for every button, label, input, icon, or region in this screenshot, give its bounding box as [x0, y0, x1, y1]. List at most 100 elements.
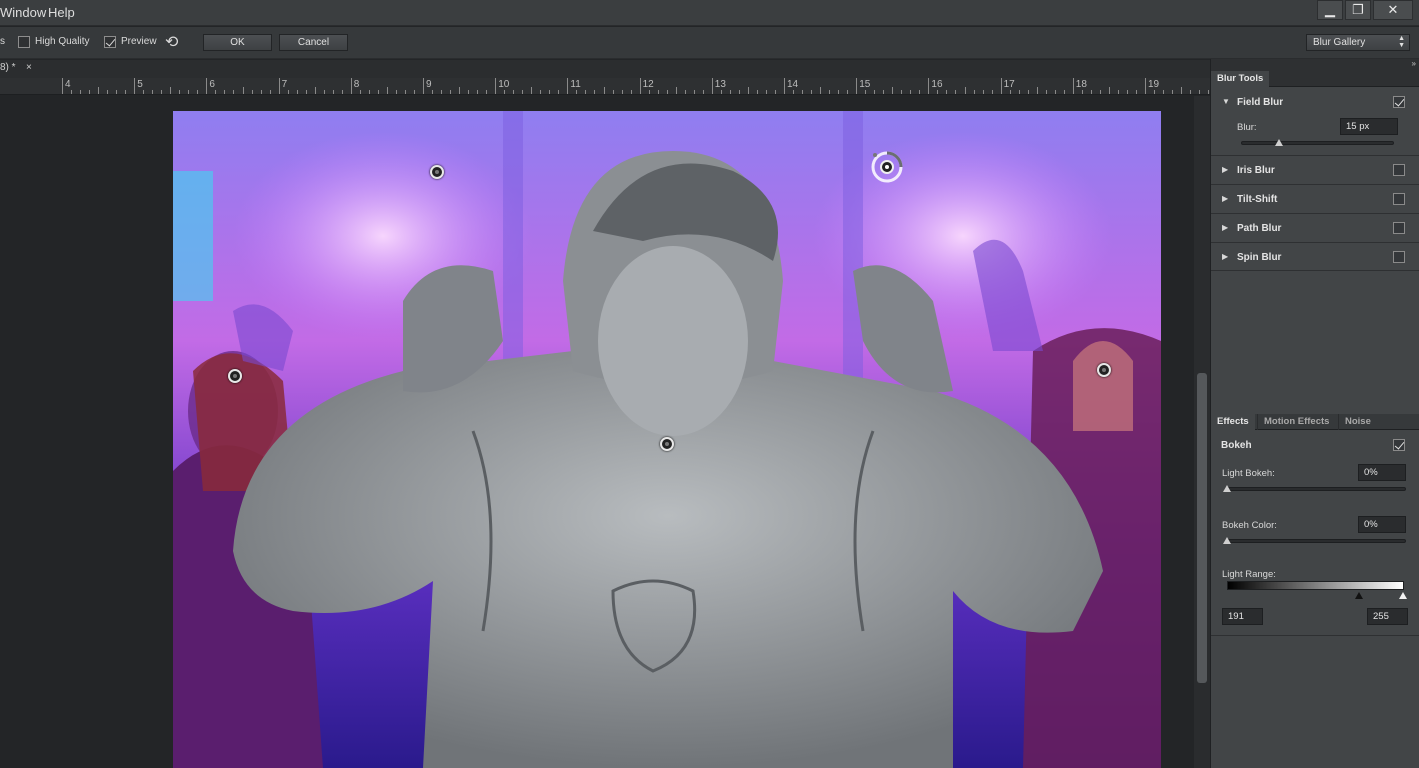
- blur-pin[interactable]: [430, 165, 444, 179]
- tilt-shift-section[interactable]: ▶ Tilt-Shift: [1211, 185, 1419, 214]
- light-range-gradient[interactable]: [1227, 581, 1404, 590]
- ruler-minor-tick: [576, 90, 578, 94]
- panel-expand-icon[interactable]: »: [1412, 59, 1416, 68]
- tab-effects[interactable]: Effects: [1211, 414, 1255, 430]
- preview-checkbox[interactable]: [104, 36, 116, 48]
- ruler-minor-tick: [657, 90, 659, 94]
- ruler-minor-tick: [684, 90, 686, 94]
- spin-blur-section[interactable]: ▶ Spin Blur: [1211, 243, 1419, 271]
- ruler-minor-tick: [729, 90, 731, 94]
- ruler-minor-tick: [486, 90, 488, 94]
- ruler-minor-tick: [89, 90, 91, 94]
- bokeh-color-field[interactable]: 0%: [1358, 516, 1406, 533]
- ruler-minor-tick: [838, 90, 840, 94]
- ruler-minor-tick: [793, 90, 795, 94]
- ruler-minor-tick: [251, 90, 253, 94]
- close-window-button[interactable]: ✕: [1373, 0, 1413, 20]
- ruler-label: 5: [137, 79, 143, 90]
- expand-triangle-icon[interactable]: ▶: [1222, 223, 1228, 232]
- collapse-triangle-icon[interactable]: ▼: [1222, 97, 1230, 106]
- path-blur-checkbox[interactable]: [1393, 222, 1405, 234]
- bokeh-checkbox[interactable]: [1393, 439, 1405, 451]
- ruler-minor-tick: [413, 90, 415, 94]
- close-document-icon[interactable]: ×: [26, 62, 32, 73]
- restore-button[interactable]: ❐: [1345, 0, 1371, 20]
- ruler-minor-tick: [756, 90, 758, 94]
- ruler-minor-tick: [774, 90, 776, 94]
- ruler-minor-tick: [152, 90, 154, 94]
- menu-window[interactable]: Window: [0, 5, 46, 20]
- expand-triangle-icon[interactable]: ▶: [1222, 194, 1228, 203]
- minimize-icon: ▁: [1325, 2, 1335, 17]
- blur-pin[interactable]: [228, 369, 242, 383]
- expand-triangle-icon[interactable]: ▶: [1222, 252, 1228, 261]
- tab-noise[interactable]: Noise: [1338, 414, 1377, 430]
- high-quality-checkbox[interactable]: [18, 36, 30, 48]
- ruler-minor-tick: [161, 90, 163, 94]
- ruler-label: 15: [859, 79, 871, 90]
- ruler-minor-tick: [946, 90, 948, 94]
- ok-button[interactable]: OK: [203, 34, 272, 51]
- light-range-low-field[interactable]: 191: [1222, 608, 1263, 625]
- tilt-shift-checkbox[interactable]: [1393, 193, 1405, 205]
- bokeh-color-slider-thumb[interactable]: [1223, 537, 1231, 544]
- blur-pin[interactable]: [660, 437, 674, 451]
- ruler-minor-tick: [377, 90, 379, 94]
- bokeh-color-slider-track[interactable]: [1225, 539, 1406, 543]
- ruler-minor-tick: [314, 87, 316, 94]
- light-bokeh-slider-thumb[interactable]: [1223, 485, 1231, 492]
- iris-blur-section[interactable]: ▶ Iris Blur: [1211, 156, 1419, 185]
- light-range-low-thumb[interactable]: [1355, 592, 1363, 599]
- menu-help[interactable]: Help: [48, 5, 75, 20]
- ruler-minor-tick: [820, 87, 822, 94]
- ruler-minor-tick: [477, 90, 479, 94]
- workspace-select[interactable]: Blur Gallery ▲ ▼: [1306, 34, 1410, 51]
- field-blur-checkbox[interactable]: [1393, 96, 1405, 108]
- blur-tools-panel: » Blur Tools ▼ Field Blur Blur: 15 px ▶ …: [1210, 59, 1419, 768]
- tab-motion-effects[interactable]: Motion Effects: [1257, 414, 1335, 430]
- light-range-high-thumb[interactable]: [1399, 592, 1407, 599]
- ruler-minor-tick: [919, 90, 921, 94]
- iris-blur-checkbox[interactable]: [1393, 164, 1405, 176]
- ruler-label: 6: [209, 79, 215, 90]
- blur-amount-field[interactable]: 15 px: [1340, 118, 1398, 135]
- field-blur-title: Field Blur: [1237, 97, 1284, 108]
- field-blur-section: ▼ Field Blur Blur: 15 px: [1211, 88, 1419, 156]
- scrollbar-thumb[interactable]: [1197, 373, 1207, 683]
- active-blur-pin[interactable]: [870, 150, 904, 184]
- cancel-button[interactable]: Cancel: [279, 34, 348, 51]
- light-bokeh-slider-track[interactable]: [1225, 487, 1406, 491]
- ruler-label: 8: [353, 79, 360, 90]
- document-tab[interactable]: 8) *: [0, 62, 16, 78]
- ruler-minor-tick: [513, 90, 515, 94]
- artwork-canvas[interactable]: [173, 111, 1161, 768]
- light-bokeh-field[interactable]: 0%: [1358, 464, 1406, 481]
- reset-pins-icon[interactable]: ⟲: [165, 32, 178, 52]
- blur-slider-track[interactable]: [1241, 141, 1394, 145]
- ruler-minor-tick: [991, 90, 993, 94]
- path-blur-section[interactable]: ▶ Path Blur: [1211, 214, 1419, 243]
- ruler-minor-tick: [738, 90, 740, 94]
- iris-blur-title: Iris Blur: [1237, 165, 1275, 176]
- ruler-minor-tick: [1063, 90, 1065, 94]
- ruler-minor-tick: [341, 90, 343, 94]
- ruler-minor-tick: [368, 90, 370, 94]
- select-arrows-icon: ▲ ▼: [1398, 35, 1405, 49]
- blur-slider-thumb[interactable]: [1275, 139, 1284, 146]
- ruler-label: 16: [931, 79, 943, 90]
- effects-tab-strip: Effects Motion Effects Noise: [1211, 414, 1419, 430]
- light-bokeh-label: Light Bokeh:: [1222, 468, 1275, 479]
- ruler-minor-tick: [621, 90, 623, 94]
- minimize-button[interactable]: ▁: [1317, 0, 1343, 20]
- tab-blur-tools[interactable]: Blur Tools: [1211, 71, 1270, 87]
- preview-label: Preview: [121, 36, 157, 47]
- ruler-major-tick: [1145, 78, 1146, 94]
- blur-pin[interactable]: [1097, 363, 1111, 377]
- ruler-major-tick: [856, 78, 858, 94]
- light-range-high-field[interactable]: 255: [1367, 608, 1408, 625]
- ruler-minor-tick: [865, 90, 867, 94]
- ruler-minor-tick: [404, 90, 406, 94]
- expand-triangle-icon[interactable]: ▶: [1222, 165, 1228, 174]
- spin-blur-checkbox[interactable]: [1393, 251, 1405, 263]
- ruler-minor-tick: [1009, 90, 1011, 94]
